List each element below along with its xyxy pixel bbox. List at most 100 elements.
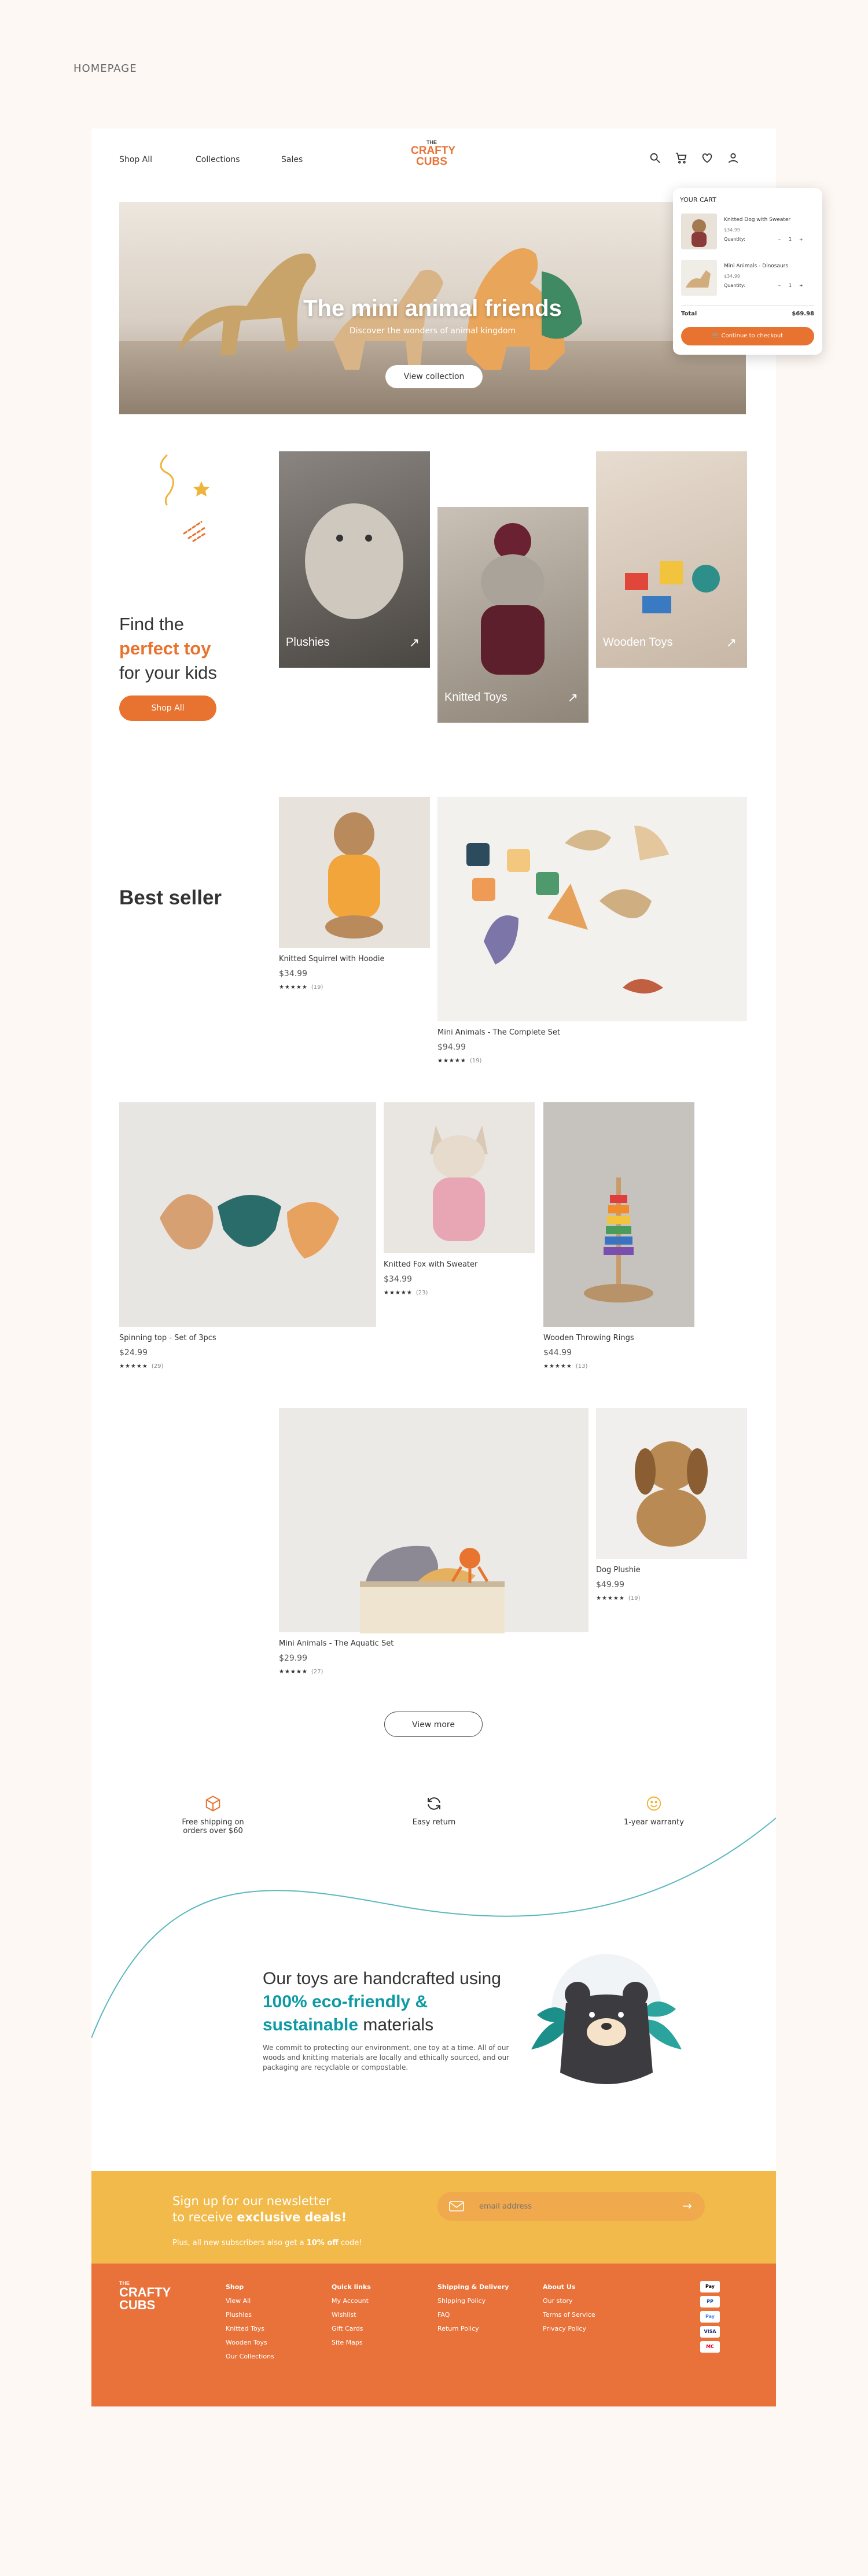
product-image[interactable] <box>543 1102 694 1327</box>
nav-shop-all[interactable]: Shop All <box>119 155 152 164</box>
category-wooden-toys[interactable]: Wooden Toys ↗ <box>596 451 747 668</box>
star-rating: ★★★★★ (27) <box>279 1669 323 1675</box>
intro-heading: Find the perfect toy for your kids <box>119 614 217 683</box>
google-pay-icon: Pay <box>700 2311 720 2323</box>
product-image[interactable] <box>119 1102 376 1327</box>
star-rating: ★★★★★ (23) <box>384 1290 428 1296</box>
footer-link[interactable]: Privacy Policy <box>543 2322 595 2336</box>
quantity-increase-button[interactable]: + <box>799 283 803 288</box>
hero-title: The mini animal friends <box>303 296 562 321</box>
footer-link[interactable]: Shipping Policy <box>437 2294 509 2308</box>
footer-link[interactable]: Wooden Toys <box>226 2336 274 2350</box>
footer-link[interactable]: My Account <box>332 2294 371 2308</box>
newsletter-section: Sign up for our newsletter to receive ex… <box>91 2171 776 2264</box>
submit-arrow-icon[interactable]: → <box>682 2199 692 2213</box>
product-image[interactable] <box>279 1408 589 1633</box>
product-card[interactable]: Mini Animals - The Aquatic Set $29.99 ★★… <box>279 1408 589 1675</box>
product-image[interactable] <box>279 797 430 948</box>
arrow-icon: ↗ <box>567 691 578 705</box>
box-icon <box>205 1795 220 1812</box>
bear-illustration <box>531 1954 682 2084</box>
product-image[interactable] <box>384 1102 535 1253</box>
cart-item-image[interactable] <box>681 214 717 249</box>
category-plushies[interactable]: Plushies ↗ <box>279 451 430 668</box>
cart-total-label: Total <box>681 311 697 317</box>
arrow-icon: ↗ <box>409 636 420 650</box>
heart-icon[interactable] <box>701 152 713 164</box>
arrow-icon: ↗ <box>726 636 737 650</box>
paypal-icon: PP <box>700 2296 720 2308</box>
cart-item-name[interactable]: Knitted Dog with Sweater <box>724 217 790 223</box>
logo[interactable]: THE CRAFTY CUBS <box>411 140 455 174</box>
visa-icon: VISA <box>700 2326 720 2338</box>
email-field[interactable]: → <box>437 2192 705 2221</box>
footer-link[interactable]: Return Policy <box>437 2322 509 2336</box>
footer-link[interactable]: Plushies <box>226 2308 274 2322</box>
page-frame: Shop All Collections Sales THE CRAFTY CU… <box>91 128 776 2406</box>
footer-link[interactable]: Our story <box>543 2294 595 2308</box>
smile-icon <box>646 1796 661 1811</box>
star-rating: ★★★★★ (19) <box>279 984 323 991</box>
star-rating: ★★★★★ (19) <box>437 1058 482 1064</box>
view-more-button[interactable]: View more <box>384 1712 483 1737</box>
feature-easy-return: Easy return <box>388 1795 480 1827</box>
star-rating: ★★★★★ (13) <box>543 1363 588 1370</box>
footer-link[interactable]: Gift Cards <box>332 2322 371 2336</box>
view-collection-button[interactable]: View collection <box>385 365 483 388</box>
eco-heading: Our toys are handcrafted using 100% eco-… <box>263 1969 501 2034</box>
product-image[interactable] <box>596 1408 747 1559</box>
refresh-icon <box>428 1797 440 1810</box>
footer-link[interactable]: Knitted Toys <box>226 2322 274 2336</box>
product-image[interactable] <box>437 797 747 1021</box>
cart-item-price: $34.99 <box>724 274 740 279</box>
cart-total-value: $69.98 <box>792 311 814 317</box>
product-card[interactable]: Wooden Throwing Rings $44.99 ★★★★★ (13) <box>543 1102 694 1370</box>
product-card[interactable]: Dog Plushie $49.99 ★★★★★ (19) <box>596 1408 747 1602</box>
cart-icon[interactable] <box>675 152 687 164</box>
email-input[interactable] <box>479 2200 653 2213</box>
payment-methods: Pay PP Pay VISA MC <box>700 2281 723 2353</box>
cart-icon: 🛒 <box>712 333 720 339</box>
footer-link[interactable]: View All <box>226 2294 274 2308</box>
footer-link[interactable]: Site Maps <box>332 2336 371 2350</box>
footer-logo[interactable]: THE CRAFTY CUBS <box>119 2281 171 2312</box>
quantity-value[interactable]: 1 <box>789 237 792 242</box>
cart-item-quantity-label: Quantity: <box>724 283 745 288</box>
quantity-increase-button[interactable]: + <box>799 237 803 242</box>
footer-column-shipping: Shipping & Delivery Shipping Policy FAQ … <box>437 2283 509 2336</box>
apple-pay-icon: Pay <box>700 2281 720 2292</box>
footer-link[interactable]: Wishlist <box>332 2308 371 2322</box>
product-card[interactable]: Spinning top - Set of 3pcs $24.99 ★★★★★(… <box>119 1102 376 1370</box>
cart-item-price: $34.99 <box>724 227 740 233</box>
hero-subtitle: Discover the wonders of animal kingdom <box>349 326 516 336</box>
mail-icon <box>449 2201 464 2211</box>
cart-item-image[interactable] <box>681 260 717 296</box>
product-card[interactable]: Knitted Fox with Sweater $34.99 ★★★★★ (23… <box>384 1102 535 1296</box>
search-icon[interactable] <box>649 152 661 164</box>
footer-link[interactable]: Terms of Service <box>543 2308 595 2322</box>
quantity-decrease-button[interactable]: – <box>778 283 781 288</box>
newsletter-heading: Sign up for our newsletter to receive ex… <box>172 2194 347 2224</box>
checkout-button[interactable]: 🛒 Continue to checkout <box>681 327 814 345</box>
footer-link[interactable]: Our Collections <box>226 2350 274 2364</box>
product-card[interactable]: Knitted Squirrel with Hoodie $34.99 ★★★★… <box>279 797 430 991</box>
mastercard-icon: MC <box>700 2341 720 2353</box>
hero-wooden-animals <box>177 248 582 370</box>
footer: THE CRAFTY CUBS Shop View All Plushies K… <box>91 2264 776 2406</box>
account-icon[interactable] <box>727 152 740 164</box>
shop-all-button[interactable]: Shop All <box>119 695 216 721</box>
eco-description: We commit to protecting our environment,… <box>263 2044 510 2071</box>
product-card[interactable]: Mini Animals - The Complete Set $94.99 ★… <box>437 797 747 1064</box>
nav-collections[interactable]: Collections <box>196 155 240 164</box>
nav-sales[interactable]: Sales <box>281 155 303 164</box>
footer-link[interactable]: FAQ <box>437 2308 509 2322</box>
star-rating: ★★★★★ (29) <box>119 1363 164 1370</box>
doodle-decoration <box>160 454 209 542</box>
quantity-decrease-button[interactable]: – <box>778 237 781 242</box>
quantity-value[interactable]: 1 <box>789 283 792 288</box>
cart-title: YOUR CART <box>680 196 716 204</box>
page-label: HOMEPAGE <box>73 62 137 75</box>
category-knitted-toys[interactable]: Knitted Toys ↗ <box>437 507 589 723</box>
footer-column-quick-links: Quick links My Account Wishlist Gift Car… <box>332 2283 371 2350</box>
cart-item-name[interactable]: Mini Animals - Dinosaurs <box>724 263 788 269</box>
